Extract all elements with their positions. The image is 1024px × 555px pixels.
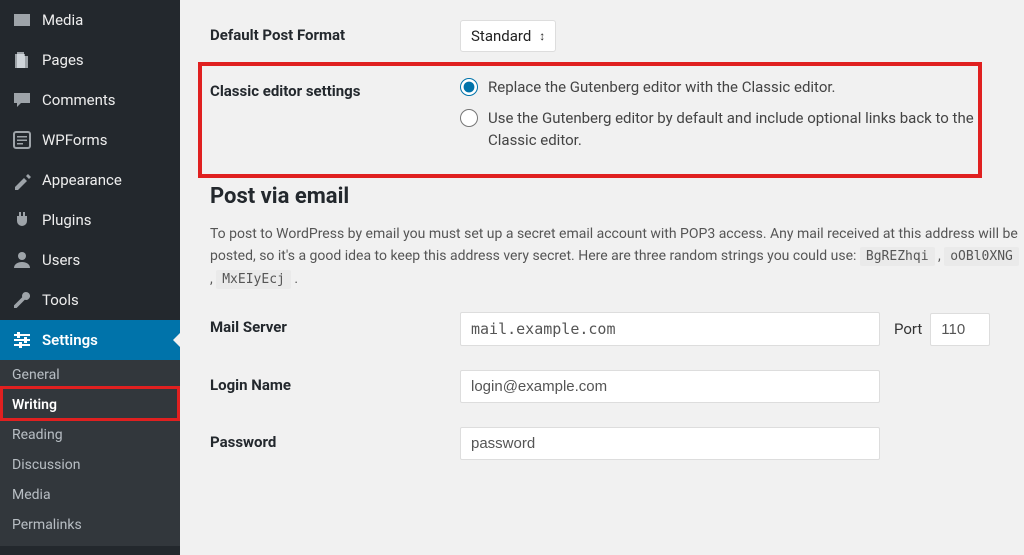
- sidebar-item-appearance[interactable]: Appearance: [0, 160, 180, 200]
- sidebar-item-label: Pages: [42, 51, 84, 69]
- sidebar-item-comments[interactable]: Comments: [0, 80, 180, 120]
- sidebar-item-label: Tools: [42, 291, 79, 309]
- radio-use-gutenberg[interactable]: [460, 109, 478, 127]
- row-password: Password: [210, 427, 1024, 460]
- sidebar-item-label: Comments: [42, 91, 116, 109]
- wpforms-icon: [12, 130, 32, 150]
- radio-option-replace[interactable]: Replace the Gutenberg editor with the Cl…: [460, 76, 1024, 99]
- label-default-post-format: Default Post Format: [210, 20, 450, 44]
- appearance-icon: [12, 170, 32, 190]
- tools-icon: [12, 290, 32, 310]
- sidebar-item-pages[interactable]: Pages: [0, 40, 180, 80]
- submenu-item-writing[interactable]: Writing: [0, 390, 180, 420]
- select-value: Standard: [471, 27, 531, 45]
- submenu-item-discussion[interactable]: Discussion: [0, 450, 180, 480]
- input-password[interactable]: [460, 427, 880, 460]
- sidebar-item-tools[interactable]: Tools: [0, 280, 180, 320]
- pages-icon: [12, 50, 32, 70]
- admin-sidebar: Media Pages Comments WPForms Appearance …: [0, 0, 180, 555]
- input-mail-server[interactable]: [460, 312, 880, 346]
- row-classic-editor-settings: Classic editor settings Replace the Gute…: [210, 76, 1024, 160]
- row-login-name: Login Name: [210, 370, 1024, 403]
- sidebar-item-label: Appearance: [42, 171, 122, 189]
- sidebar-item-wpforms[interactable]: WPForms: [0, 120, 180, 160]
- label-mail-server: Mail Server: [210, 312, 450, 336]
- radio-replace-gutenberg[interactable]: [460, 78, 478, 96]
- sidebar-item-label: Users: [42, 251, 80, 269]
- label-port: Port: [894, 320, 922, 338]
- input-port[interactable]: [930, 313, 990, 346]
- sidebar-item-label: Media: [42, 11, 83, 29]
- sidebar-item-plugins[interactable]: Plugins: [0, 200, 180, 240]
- settings-writing-page: Default Post Format Standard ↕ Classic e…: [180, 0, 1024, 555]
- random-string-3: MxEIyEcj: [216, 270, 291, 289]
- submenu-item-reading[interactable]: Reading: [0, 420, 180, 450]
- row-mail-server: Mail Server Port: [210, 312, 1024, 346]
- label-classic-editor: Classic editor settings: [210, 76, 450, 100]
- random-string-1: BgREZhqi: [860, 247, 935, 266]
- submenu-item-permalinks[interactable]: Permalinks: [0, 510, 180, 540]
- settings-icon: [12, 330, 32, 350]
- select-default-post-format[interactable]: Standard ↕: [460, 20, 556, 52]
- random-string-2: oOBl0XNG: [944, 247, 1019, 266]
- sidebar-item-media[interactable]: Media: [0, 0, 180, 40]
- radio-label: Replace the Gutenberg editor with the Cl…: [488, 76, 836, 99]
- sidebar-item-settings[interactable]: Settings: [0, 320, 180, 360]
- users-icon: [12, 250, 32, 270]
- sidebar-item-label: WPForms: [42, 131, 107, 149]
- comments-icon: [12, 90, 32, 110]
- desc-post-via-email: To post to WordPress by email you must s…: [210, 223, 1024, 291]
- sidebar-item-label: Plugins: [42, 211, 91, 229]
- label-password: Password: [210, 427, 450, 451]
- sidebar-item-label: Settings: [42, 331, 98, 349]
- radio-option-use-gutenberg[interactable]: Use the Gutenberg editor by default and …: [460, 107, 1024, 152]
- radio-label: Use the Gutenberg editor by default and …: [488, 107, 1024, 152]
- chevron-updown-icon: ↕: [539, 30, 545, 42]
- row-default-post-format: Default Post Format Standard ↕: [210, 20, 1024, 52]
- label-login-name: Login Name: [210, 370, 450, 394]
- sidebar-item-users[interactable]: Users: [0, 240, 180, 280]
- input-login-name[interactable]: [460, 370, 880, 403]
- media-icon: [12, 10, 32, 30]
- settings-submenu: General Writing Reading Discussion Media…: [0, 360, 180, 546]
- heading-post-via-email: Post via email: [210, 184, 1024, 209]
- submenu-item-general[interactable]: General: [0, 360, 180, 390]
- plugins-icon: [12, 210, 32, 230]
- submenu-item-media[interactable]: Media: [0, 480, 180, 510]
